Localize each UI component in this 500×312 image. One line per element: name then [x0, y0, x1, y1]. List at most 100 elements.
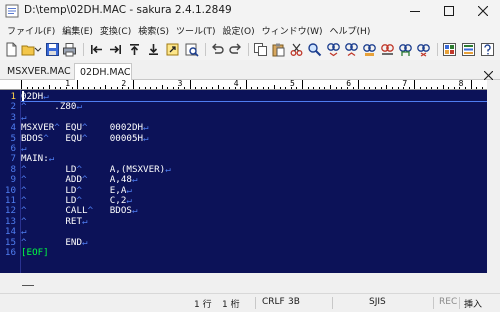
ruler-tick	[453, 87, 455, 89]
bookmark-icon	[399, 44, 412, 56]
ruler-label: 1	[65, 80, 71, 88]
editor-line: 15 ^ END↵	[0, 237, 487, 248]
menu-tools[interactable]: ツール(T)	[173, 24, 219, 37]
line-text: [EOF]	[21, 247, 49, 258]
ruler-label: 6	[346, 80, 352, 88]
editor-line: 11 ^ LD^ C,2↵	[0, 195, 487, 206]
ruler-tick	[285, 87, 287, 89]
tab-02dh[interactable]: 02DH.MAC	[74, 63, 132, 80]
top-button[interactable]	[127, 42, 142, 57]
find-next-button[interactable]	[344, 42, 359, 57]
search-clear-button[interactable]	[416, 42, 431, 57]
eol-marker: ↵	[143, 132, 149, 144]
eol-marker: ↵	[21, 226, 27, 238]
paste-icon	[272, 43, 285, 57]
replace-button[interactable]	[362, 42, 377, 57]
grep-icon	[185, 43, 199, 57]
editor-line: 9 ^ ADD^ A,48↵	[0, 174, 487, 186]
eol-marker: ↵	[126, 195, 132, 206]
redo-icon	[229, 43, 241, 54]
chevron-down-icon	[34, 47, 42, 52]
search-clear-icon	[417, 44, 430, 57]
copy-icon	[254, 43, 267, 56]
line-start-button[interactable]	[89, 42, 104, 57]
menu-settings[interactable]: 設定(O)	[220, 24, 258, 37]
ruler-tick	[200, 87, 202, 89]
text-editor[interactable]: 102DH↵2^ .Z80↵3↵4MSXVER^ EQU^ 0002DH↵5BD…	[0, 90, 487, 273]
save-icon	[46, 43, 59, 56]
sakura-app-icon	[5, 4, 19, 18]
grep-replace-icon	[381, 44, 394, 55]
bookmark-button[interactable]	[398, 42, 413, 57]
minimize-button[interactable]	[398, 0, 432, 22]
new-file-button[interactable]	[4, 42, 19, 57]
menu-search[interactable]: 検索(S)	[135, 24, 172, 37]
ruler-tick	[414, 80, 416, 89]
grep-button[interactable]	[184, 42, 199, 57]
find-button[interactable]	[307, 42, 322, 57]
tab-bar: MSXVER.MAC 02DH.MAC	[0, 60, 500, 80]
undo-button[interactable]	[210, 42, 225, 57]
open-dropdown[interactable]	[34, 42, 42, 57]
line-end-button[interactable]	[108, 42, 123, 57]
ruler-label: 2	[121, 80, 127, 88]
menu-bar: ファイル(F) 編集(E) 変換(C) 検索(S) ツール(T) 設定(O) ウ…	[0, 22, 500, 39]
ruler-tick	[228, 87, 230, 89]
paste-button[interactable]	[271, 42, 286, 57]
grep-replace-button[interactable]	[380, 42, 395, 57]
save-button[interactable]	[45, 42, 60, 57]
ruler-tick	[448, 87, 450, 89]
find-next-icon	[345, 43, 358, 57]
scroll-thumb[interactable]	[22, 285, 34, 286]
cut-button[interactable]	[289, 42, 304, 57]
ruler-tick	[212, 87, 214, 89]
ruler-tick	[420, 87, 422, 89]
line-number: 8	[10, 163, 16, 175]
close-button[interactable]	[466, 0, 500, 22]
help-button[interactable]	[480, 42, 495, 57]
status-column: 1 桁	[222, 300, 240, 310]
menu-file[interactable]: ファイル(F)	[4, 24, 58, 37]
find-icon	[308, 43, 322, 57]
ruler-tick	[363, 87, 365, 89]
ruler-tick	[110, 87, 112, 89]
menu-help[interactable]: ヘルプ(H)	[327, 24, 374, 37]
status-size: 3B	[288, 297, 300, 307]
print-button[interactable]	[62, 42, 77, 57]
line-number: 6	[10, 143, 16, 154]
status-encoding[interactable]: SJIS	[369, 297, 386, 307]
line-number: 14	[4, 226, 16, 238]
line-number: 5	[10, 132, 16, 144]
editor-line: 5 BDOS^ EQU^ 00005H↵	[0, 132, 487, 144]
ruler-tick	[37, 87, 39, 89]
horizontal-scrollbar[interactable]	[0, 273, 487, 293]
line-text: ^ ADD^ A,48↵	[21, 174, 138, 186]
find-prev-button[interactable]	[326, 42, 341, 57]
tab-msxver[interactable]: MSXVER.MAC	[2, 63, 76, 80]
ruler-tick	[172, 87, 174, 89]
vertical-scrollbar[interactable]	[487, 80, 500, 273]
redo-button[interactable]	[228, 42, 243, 57]
status-eol[interactable]: CRLF	[262, 297, 285, 307]
eol-marker: ↵	[165, 163, 171, 175]
jump-line-start-icon	[91, 45, 102, 54]
maximize-button[interactable]	[432, 0, 466, 22]
close-icon	[478, 6, 488, 16]
text-caret	[22, 91, 24, 101]
copy-button[interactable]	[253, 42, 268, 57]
jump-button[interactable]	[165, 42, 180, 57]
ruler-tick	[223, 87, 225, 89]
settings-button[interactable]	[461, 42, 476, 57]
ruler-tick	[470, 80, 472, 89]
line-number: 2	[10, 101, 16, 113]
outline-button[interactable]	[442, 42, 457, 57]
menu-edit[interactable]: 編集(E)	[59, 24, 96, 37]
bottom-button[interactable]	[146, 42, 161, 57]
cut-icon	[290, 43, 303, 56]
ruler-tick	[88, 87, 90, 89]
status-insert-mode[interactable]: 挿入	[464, 297, 482, 310]
menu-convert[interactable]: 変換(C)	[97, 24, 134, 37]
ruler-tick	[217, 85, 219, 89]
ruler-tick	[431, 87, 433, 89]
menu-window[interactable]: ウィンドウ(W)	[259, 24, 326, 37]
